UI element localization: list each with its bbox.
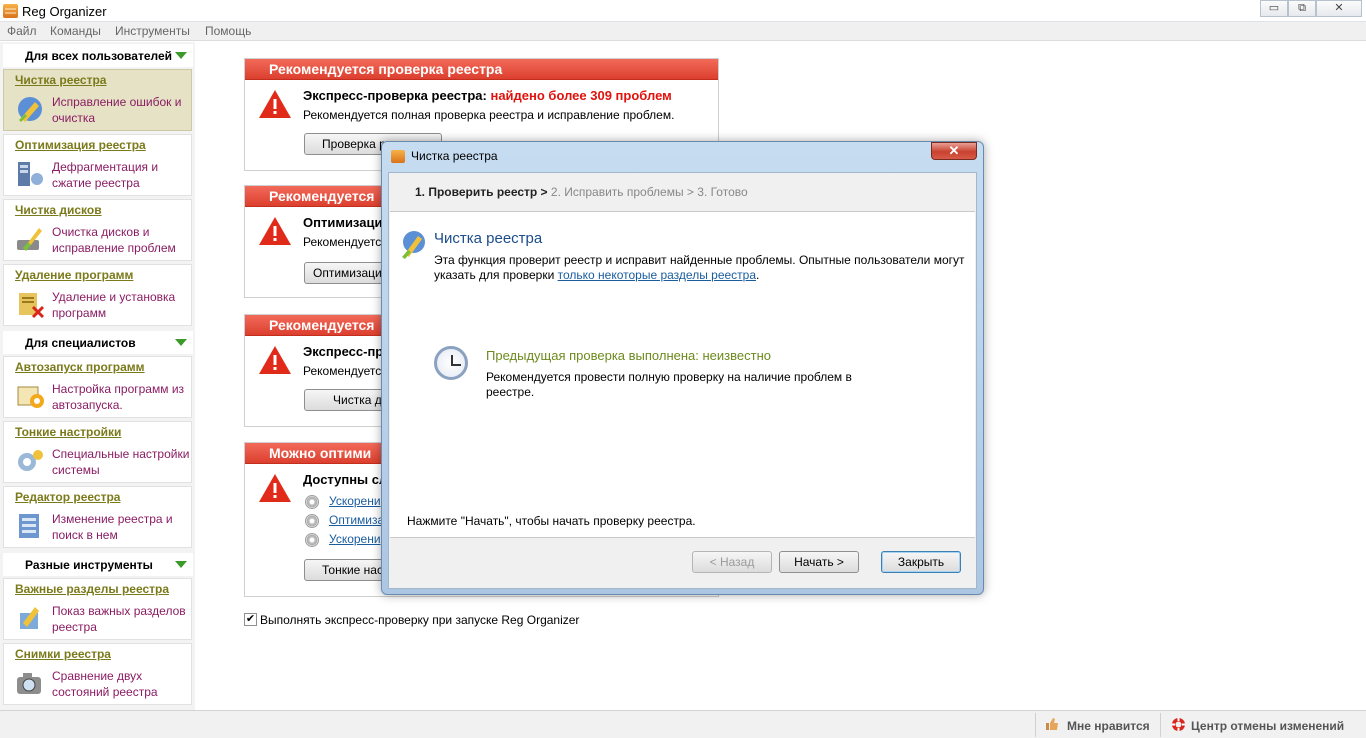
menu-commands[interactable]: Команды: [50, 24, 101, 38]
card-description: Рекомендуетс: [303, 364, 382, 378]
close-button[interactable]: ✕: [1316, 0, 1362, 17]
autostart-icon: [17, 386, 44, 408]
warning-icon: [259, 474, 291, 502]
important-keys-icon: [20, 607, 39, 629]
tweaks-icon: [18, 450, 43, 471]
back-button[interactable]: < Назад: [692, 551, 772, 573]
dialog-description: Эта функция проверит реестр и исправит н…: [434, 253, 965, 282]
menu-bar: Файл Команды Инструменты Помощь: [0, 22, 1366, 41]
lifebuoy-icon: [1172, 718, 1185, 731]
bullet-icon: [305, 514, 319, 528]
select-sections-link[interactable]: только некоторые разделы реестра: [558, 268, 756, 282]
express-check-label: Выполнять экспресс-проверку при запуске …: [260, 613, 580, 627]
optimize-icon: [18, 162, 43, 186]
card-title: Доступны сл: [303, 472, 388, 487]
dialog-close-button[interactable]: ✕: [931, 142, 977, 160]
problems-count: найдено более 309 проблем: [490, 88, 672, 103]
expand-triangle-icon: [175, 52, 187, 59]
card-title: Экспресс-пр: [303, 344, 384, 359]
bullet-icon: [305, 495, 319, 509]
separator: [1035, 713, 1036, 737]
menu-tools[interactable]: Инструменты: [115, 24, 190, 38]
broom-icon: [18, 97, 42, 122]
menu-file[interactable]: Файл: [7, 24, 37, 38]
sidebar-item-important-keys[interactable]: Важные разделы реестра Показ важных разд…: [3, 578, 192, 640]
group-tools[interactable]: Разные инструменты: [3, 553, 193, 576]
disk-broom-icon: [17, 228, 42, 251]
card-header: Рекомендуется проверка реестра: [245, 59, 718, 80]
registry-clean-dialog: Чистка реестра ✕ 1. Проверить реестр > 2…: [381, 141, 984, 595]
wizard-steps: 1. Проверить реестр > 2. Исправить пробл…: [415, 185, 748, 199]
snapshot-icon: [17, 673, 41, 694]
dialog-content: Чистка реестра Эта функция проверит реес…: [390, 211, 975, 538]
start-hint: Нажмите "Начать", чтобы начать проверку …: [407, 514, 696, 528]
start-button[interactable]: Начать >: [779, 551, 859, 573]
express-check-checkbox[interactable]: ✔: [244, 613, 257, 626]
card-description: Рекомендуетс: [303, 235, 382, 249]
sidebar-item-registry-optimize[interactable]: Оптимизация реестра Дефрагментация и сжа…: [3, 134, 192, 196]
group-all-users[interactable]: Для всех пользователей: [3, 44, 193, 67]
previous-check-status: Предыдущая проверка выполнена: неизвестн…: [486, 348, 771, 363]
sidebar-item-autostart[interactable]: Автозапуск программ Настройка программ и…: [3, 356, 192, 418]
warning-icon: [259, 90, 291, 118]
broom-icon: [402, 231, 425, 259]
sidebar-item-registry-clean[interactable]: Чистка реестра Исправление ошибок и очис…: [3, 69, 192, 131]
card-description: Рекомендуется полная проверка реестра и …: [303, 108, 675, 122]
sidebar-item-disk-clean[interactable]: Чистка дисков Очистка дисков и исправлен…: [3, 199, 192, 261]
previous-check-description: Рекомендуется провести полную проверку н…: [486, 370, 852, 399]
sidebar-item-snapshots[interactable]: Снимки реестра Сравнение двух состояний …: [3, 643, 192, 705]
sidebar-item-tweaks[interactable]: Тонкие настройки Специальные настройки с…: [3, 421, 192, 483]
maximize-button[interactable]: ⧉: [1288, 0, 1316, 17]
expand-triangle-icon: [175, 339, 187, 346]
minimize-button[interactable]: ▭: [1260, 0, 1288, 17]
thumbs-up-icon: [1046, 718, 1058, 730]
bullet-icon: [305, 533, 319, 547]
app-icon: [3, 4, 18, 18]
sidebar: Для всех пользователей Чистка реестра Ис…: [0, 42, 195, 710]
status-bar: Мне нравится Центр отмены изменений: [0, 710, 1366, 738]
clock-icon: [434, 346, 468, 380]
app-icon: [391, 150, 405, 163]
regedit-icon: [19, 514, 39, 538]
undo-center-button[interactable]: Центр отмены изменений: [1191, 719, 1344, 733]
like-button[interactable]: Мне нравится: [1067, 719, 1150, 733]
separator: [1160, 713, 1161, 737]
card-title: Экспресс-проверка реестра: найдено более…: [303, 88, 672, 103]
menu-help[interactable]: Помощь: [205, 24, 251, 38]
dialog-body: 1. Проверить реестр > 2. Исправить пробл…: [388, 172, 977, 589]
card-title: Оптимизаци: [303, 215, 383, 230]
title-bar: Reg Organizer ▭ ⧉ ✕: [0, 0, 1366, 22]
sidebar-item-regedit[interactable]: Редактор реестра Изменение реестра и пои…: [3, 486, 192, 548]
warning-icon: [259, 346, 291, 374]
group-specialists[interactable]: Для специалистов: [3, 331, 193, 354]
warning-icon: [259, 217, 291, 245]
close-dialog-button[interactable]: Закрыть: [881, 551, 961, 573]
dialog-title: Чистка реестра: [411, 149, 498, 163]
dialog-heading: Чистка реестра: [434, 230, 543, 247]
sidebar-item-uninstall[interactable]: Удаление программ Удаление и установка п…: [3, 264, 192, 326]
uninstall-icon: [19, 293, 45, 319]
app-title: Reg Organizer: [22, 4, 107, 19]
expand-triangle-icon: [175, 561, 187, 568]
